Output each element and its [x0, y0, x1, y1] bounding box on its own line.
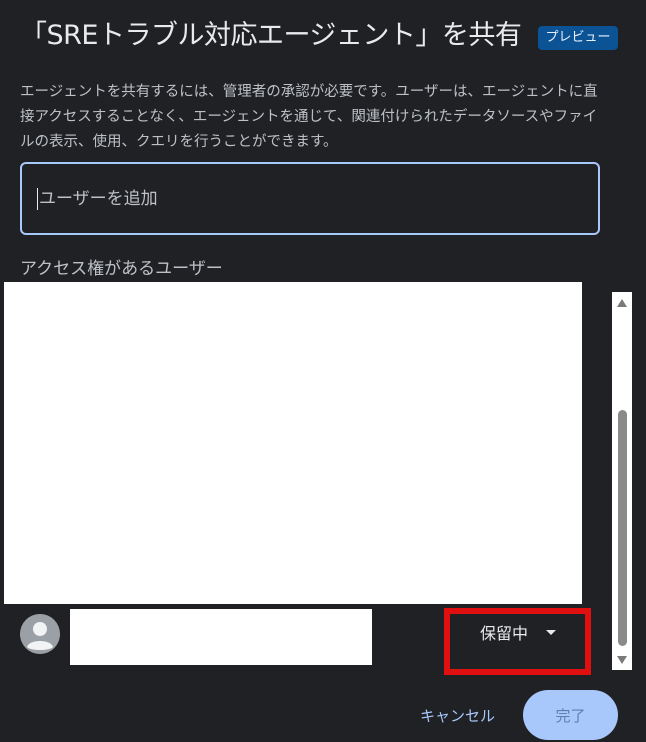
- add-user-field[interactable]: [20, 162, 600, 235]
- scrollbar-thumb[interactable]: [618, 410, 627, 646]
- preview-badge: プレビュー: [538, 26, 618, 50]
- share-agent-dialog: 「SREトラブル対応エージェント」を共有 プレビュー エージェントを共有するには…: [0, 0, 646, 742]
- redacted-user-list: [4, 282, 582, 604]
- redacted-user-name: [70, 609, 372, 665]
- scroll-up-arrow-icon[interactable]: [617, 299, 627, 307]
- dialog-description: エージェントを共有するには、管理者の承認が必要です。ユーザーは、エージェントに直…: [20, 84, 598, 150]
- status-label: 保留中: [480, 624, 529, 643]
- user-row: 保留中: [0, 606, 600, 676]
- person-icon: [20, 614, 60, 654]
- caret-down-icon: [546, 629, 557, 635]
- cancel-button[interactable]: キャンセル: [410, 694, 505, 736]
- scroll-down-arrow-icon[interactable]: [617, 656, 627, 664]
- dialog-title: 「SREトラブル対応エージェント」を共有: [20, 20, 522, 51]
- status-dropdown[interactable]: 保留中: [456, 616, 557, 648]
- add-user-input[interactable]: [39, 188, 559, 209]
- text-cursor: [37, 187, 38, 210]
- done-button[interactable]: 完了: [523, 690, 618, 740]
- scrollbar[interactable]: [612, 292, 632, 670]
- access-list-heading: アクセス権があるユーザー: [20, 259, 223, 279]
